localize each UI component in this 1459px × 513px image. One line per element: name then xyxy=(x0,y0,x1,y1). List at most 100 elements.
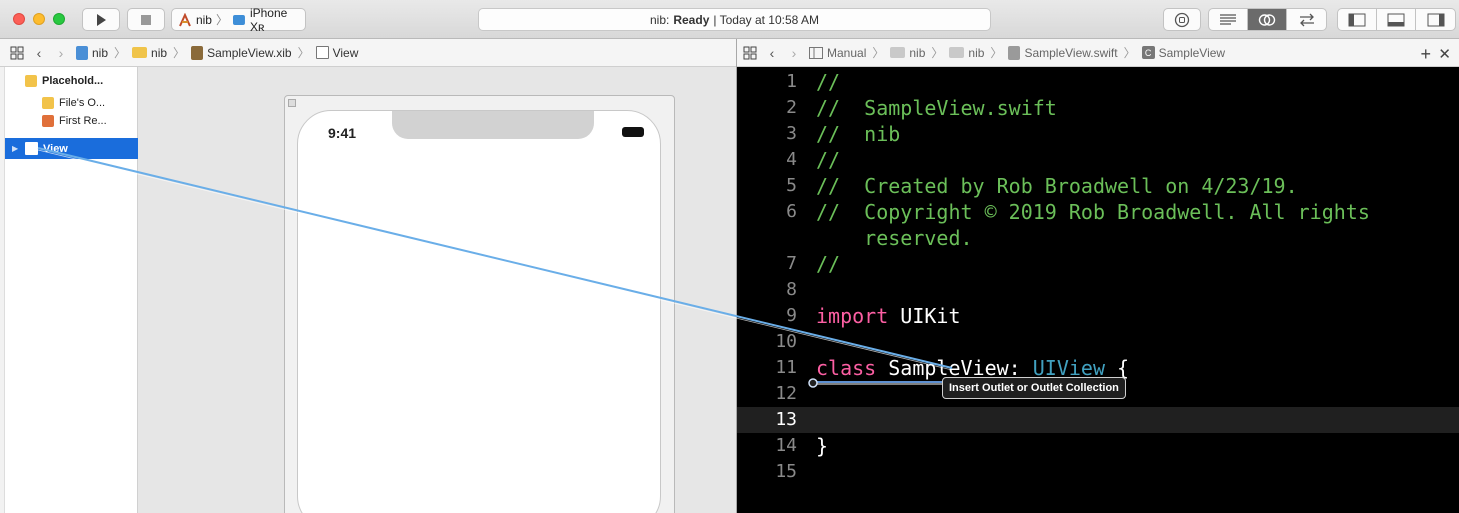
chevron-left-icon: ‹ xyxy=(769,44,775,61)
back-button[interactable]: ‹ xyxy=(761,43,783,63)
scheme-separator: 〉 xyxy=(215,13,228,27)
outline-item-files-owner[interactable]: File's O... xyxy=(5,94,138,112)
toggle-inspector-button[interactable] xyxy=(1416,9,1455,30)
line-number: 5 xyxy=(786,175,797,196)
code-line[interactable]: 13 xyxy=(737,407,1459,433)
code-text: // nib xyxy=(816,121,900,147)
breadcrumb-manual[interactable]: Manual 〉 xyxy=(809,44,886,61)
code-token: UIKit xyxy=(888,304,961,328)
activity-status: Ready xyxy=(673,12,710,27)
breadcrumb-view[interactable]: View xyxy=(315,46,358,60)
code-line[interactable]: 14} xyxy=(737,433,1459,459)
code-line[interactable]: 6 // Copyright © 2019 Rob Broadwell. All … xyxy=(737,199,1459,225)
line-number xyxy=(737,225,797,251)
folder-icon xyxy=(949,47,965,58)
code-line[interactable]: 9 import UIKit xyxy=(737,303,1459,329)
interface-builder-canvas[interactable]: 9:41 xyxy=(138,67,736,513)
device-icon xyxy=(232,14,245,25)
outline-item-view[interactable]: ▶ View xyxy=(5,138,138,159)
chevron-left-icon: ‹ xyxy=(36,44,42,61)
close-editor-button[interactable]: ✕ xyxy=(1438,45,1451,63)
back-button[interactable]: ‹ xyxy=(28,43,50,63)
view-icon xyxy=(25,142,38,155)
code-token: reserved. xyxy=(816,226,973,250)
related-items-button[interactable] xyxy=(739,43,761,63)
chevron-right-icon: 〉 xyxy=(931,46,944,60)
line-number: 14 xyxy=(775,435,797,456)
code-line[interactable]: 5 // Created by Rob Broadwell on 4/23/19. xyxy=(737,173,1459,199)
breadcrumb-label: nib xyxy=(909,45,926,60)
code-line[interactable]: 1 // xyxy=(737,69,1459,95)
run-button[interactable] xyxy=(82,8,120,31)
plus-icon: + xyxy=(1420,44,1431,64)
folder-icon xyxy=(890,47,906,58)
device-notch xyxy=(392,111,594,139)
code-line[interactable]: 10 xyxy=(737,329,1459,355)
code-line[interactable]: 8 xyxy=(737,277,1459,303)
right-panel-icon xyxy=(1427,13,1444,26)
chevron-right-icon: 〉 xyxy=(114,46,127,60)
stop-button[interactable] xyxy=(127,8,165,31)
code-line[interactable]: 15 xyxy=(737,459,1459,485)
toggle-navigator-button[interactable] xyxy=(1338,9,1377,30)
xib-file-icon xyxy=(191,45,204,60)
close-scene-icon[interactable] xyxy=(288,99,296,107)
chevron-right-icon: 〉 xyxy=(1123,46,1136,60)
venn-circles-icon xyxy=(1258,13,1276,26)
code-line[interactable]: 7 // xyxy=(737,251,1459,277)
breadcrumb-folder[interactable]: nib 〉 xyxy=(132,44,187,61)
play-icon xyxy=(97,13,106,26)
code-line[interactable]: reserved. xyxy=(737,225,1459,251)
forward-button[interactable]: › xyxy=(50,43,72,63)
forward-button[interactable]: › xyxy=(783,43,805,63)
code-line[interactable]: 4 // xyxy=(737,147,1459,173)
grid-icon xyxy=(743,46,757,59)
close-window-button[interactable] xyxy=(13,13,25,25)
panels-control xyxy=(1337,8,1456,31)
outline-item-label: View xyxy=(43,142,68,155)
window-toolbar: nib 〉 iPhone Xʀ nib: Ready | Today at 10… xyxy=(0,0,1459,39)
breadcrumb-project[interactable]: nib 〉 xyxy=(76,44,128,61)
outline-item-first-responder[interactable]: First Re... xyxy=(5,112,138,130)
standard-editor-button[interactable] xyxy=(1209,9,1248,30)
code-text: // xyxy=(816,251,840,277)
device-view[interactable]: 9:41 xyxy=(297,110,661,513)
breadcrumb-folder[interactable]: nib 〉 xyxy=(949,44,1004,61)
source-editor[interactable]: 1 // 2 // SampleView.swift 3 // nib 4 // 5 // Cre… xyxy=(737,67,1459,513)
code-line[interactable]: 3 // nib xyxy=(737,121,1459,147)
breadcrumb-xib[interactable]: SampleView.xib 〉 xyxy=(191,44,312,61)
breadcrumb-swift-file[interactable]: SampleView.swift 〉 xyxy=(1008,44,1137,61)
breadcrumb-project[interactable]: nib 〉 xyxy=(890,44,945,61)
folder-icon xyxy=(132,47,148,58)
files-owner-cube-icon xyxy=(42,97,54,109)
scheme-device-label: iPhone Xʀ xyxy=(249,5,288,34)
class-icon: C xyxy=(1141,46,1155,59)
scheme-selector[interactable]: nib 〉 iPhone Xʀ xyxy=(171,5,306,34)
line-number: 12 xyxy=(775,383,797,404)
outline-section-placeholders[interactable]: Placehold... xyxy=(5,72,138,90)
line-number: 2 xyxy=(786,97,797,118)
breadcrumb-class[interactable]: C SampleView xyxy=(1141,46,1225,60)
bottom-panel-icon xyxy=(1387,13,1405,26)
breadcrumb-label: nib xyxy=(151,45,168,60)
code-line[interactable]: 2 // SampleView.swift xyxy=(737,95,1459,121)
outline-section-label: Placehold... xyxy=(42,75,104,87)
code-token: import xyxy=(816,304,889,328)
add-editor-button[interactable]: + xyxy=(1420,44,1431,65)
line-number: 11 xyxy=(775,357,797,378)
activity-project: nib: xyxy=(649,12,670,27)
toggle-debug-area-button[interactable] xyxy=(1377,9,1416,30)
grid-icon xyxy=(10,46,24,59)
code-text: // Copyright © 2019 Rob Broadwell. All r… xyxy=(816,199,1370,225)
disclosure-triangle-icon[interactable]: ▶ xyxy=(12,144,22,153)
zoom-window-button[interactable] xyxy=(53,13,65,25)
assistant-editor-button[interactable] xyxy=(1248,9,1287,30)
battery-icon xyxy=(622,127,644,137)
related-items-button[interactable] xyxy=(6,43,28,63)
first-responder-cube-icon xyxy=(42,115,54,127)
left-panel-icon xyxy=(1348,13,1366,26)
minimize-window-button[interactable] xyxy=(33,13,45,25)
version-editor-button[interactable] xyxy=(1287,9,1326,30)
library-button[interactable] xyxy=(1163,8,1201,31)
chevron-right-icon: 〉 xyxy=(990,46,1003,60)
